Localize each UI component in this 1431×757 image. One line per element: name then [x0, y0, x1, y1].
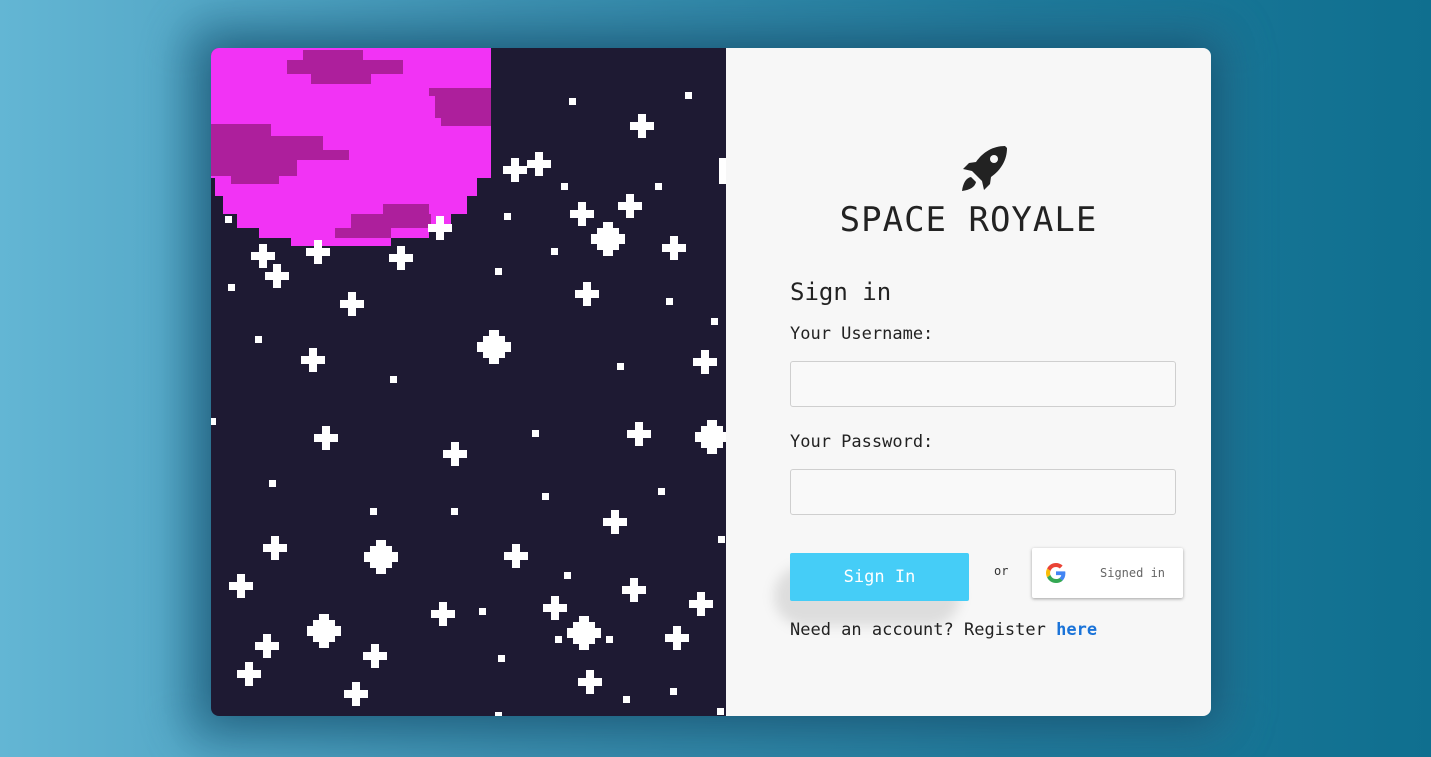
planet	[211, 48, 491, 246]
or-separator: or	[994, 564, 1009, 578]
register-link[interactable]: here	[1056, 620, 1097, 640]
sign-in-button[interactable]: Sign In	[790, 553, 969, 601]
password-label: Your Password:	[790, 432, 934, 452]
rocket-icon	[962, 146, 1007, 191]
login-panel: SPACE ROYALE Sign in Your Username: Your…	[726, 48, 1211, 716]
username-label: Your Username:	[790, 324, 934, 344]
password-input[interactable]	[790, 469, 1176, 515]
form-heading: Sign in	[790, 278, 892, 306]
google-icon	[1046, 563, 1066, 583]
login-card: SPACE ROYALE Sign in Your Username: Your…	[211, 48, 1211, 716]
register-prompt: Need an account? Register here	[790, 620, 1097, 640]
register-text: Need an account? Register	[790, 620, 1046, 640]
username-input[interactable]	[790, 361, 1176, 407]
app-title: SPACE ROYALE	[839, 200, 1098, 240]
google-button-label: Signed in	[1100, 566, 1166, 580]
google-sign-in-button[interactable]: Signed in	[1032, 548, 1183, 598]
space-scene	[211, 48, 726, 716]
space-illustration	[211, 48, 726, 716]
